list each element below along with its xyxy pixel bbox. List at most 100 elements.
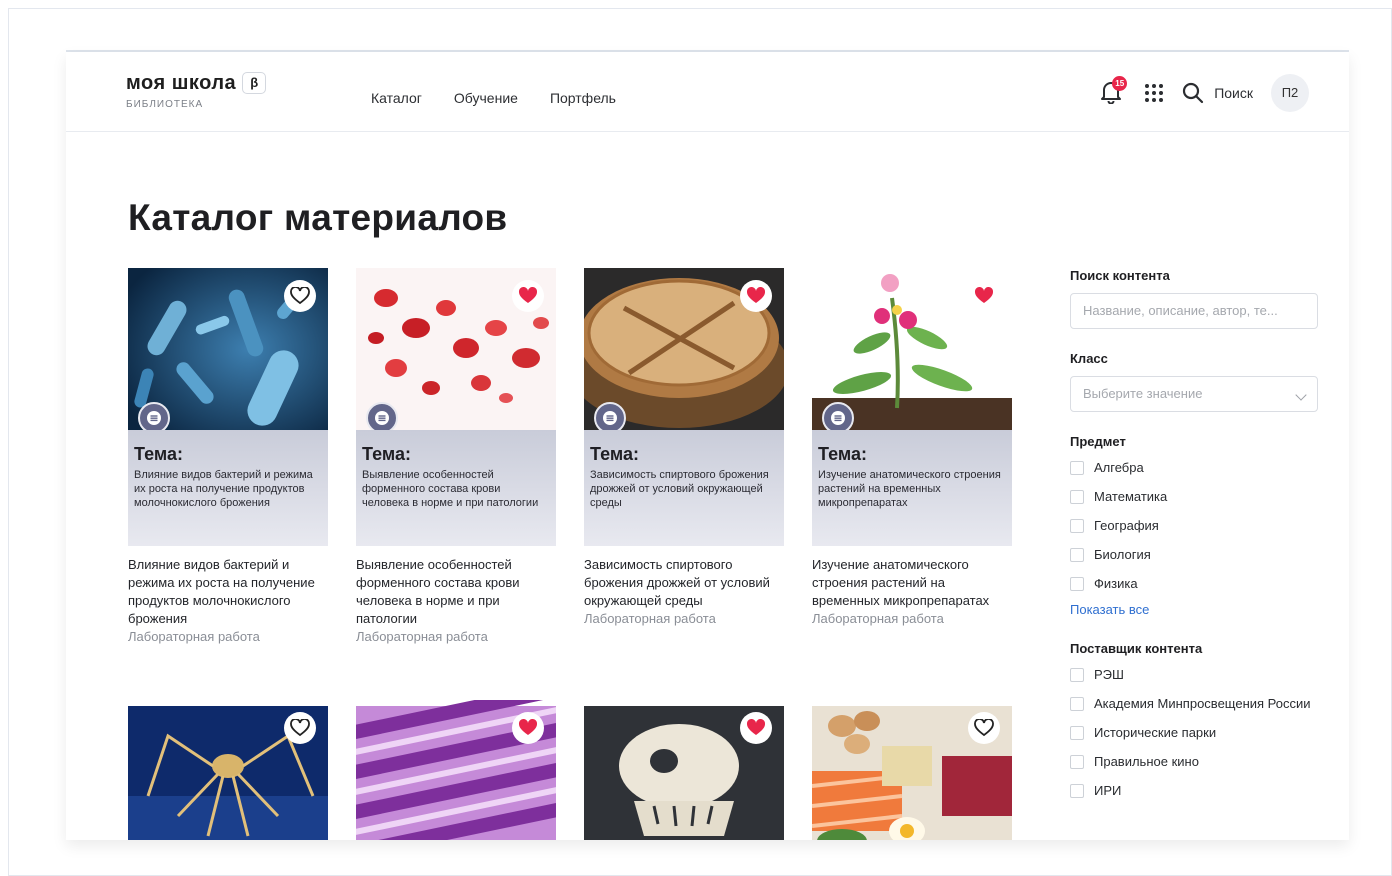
class-title: Класс bbox=[1070, 351, 1108, 366]
search-icon bbox=[1183, 82, 1204, 104]
card-title[interactable]: Изучение анатомического строения растени… bbox=[812, 556, 1012, 610]
provider-option[interactable]: Исторические парки bbox=[1070, 722, 1320, 743]
material-card[interactable]: Тема: Выявление особенностей форменного … bbox=[356, 268, 556, 646]
checkbox[interactable] bbox=[1070, 726, 1084, 740]
material-card[interactable] bbox=[356, 700, 556, 840]
provider-option[interactable]: Правильное кино bbox=[1070, 751, 1320, 772]
card-cover: Тема: Изучение анатомического строения р… bbox=[812, 268, 1012, 546]
favorite-button[interactable] bbox=[512, 712, 544, 744]
notifications-button[interactable]: 15 bbox=[1100, 76, 1128, 106]
avatar[interactable]: П2 bbox=[1271, 74, 1309, 112]
card-theme: Тема: Зависимость спиртового брожения др… bbox=[584, 430, 784, 546]
heart-filled-icon bbox=[746, 287, 766, 303]
page-title: Каталог материалов bbox=[128, 197, 508, 238]
card-type: Лабораторная работа bbox=[356, 629, 488, 644]
favorite-button[interactable] bbox=[968, 280, 1000, 312]
subject-option[interactable]: Физика bbox=[1070, 573, 1320, 594]
site-header: моя школа β БИБЛИОТЕКА Каталог Обучение П… bbox=[66, 52, 1349, 132]
heart-outline-icon bbox=[290, 719, 310, 737]
card-cover bbox=[584, 700, 784, 840]
provider-option[interactable]: ИРИ bbox=[1070, 780, 1320, 801]
theme-text: Выявление особенностей форменного состав… bbox=[362, 469, 539, 509]
favorite-button[interactable] bbox=[740, 712, 772, 744]
nav-portfolio[interactable]: Портфель bbox=[550, 90, 616, 106]
card-cover bbox=[128, 700, 328, 840]
theme-text: Изучение анатомического строения растени… bbox=[818, 469, 1001, 509]
search-content-input[interactable]: Название, описание, автор, те... bbox=[1070, 293, 1318, 329]
subject-option[interactable]: География bbox=[1070, 515, 1320, 536]
checkbox[interactable] bbox=[1070, 461, 1084, 475]
checkbox[interactable] bbox=[1070, 548, 1084, 562]
favorite-button[interactable] bbox=[284, 280, 316, 312]
theme-label: Тема: bbox=[818, 444, 867, 464]
provider-option[interactable]: Академия Минпросвещения России bbox=[1070, 693, 1320, 714]
search-button[interactable]: Поиск bbox=[1182, 82, 1253, 104]
document-icon bbox=[147, 411, 161, 425]
heart-outline-icon bbox=[974, 719, 994, 737]
filters-sidebar: Поиск контента Название, описание, автор… bbox=[1070, 268, 1320, 801]
class-select[interactable]: Выберите значение bbox=[1070, 376, 1318, 412]
checkbox[interactable] bbox=[1070, 668, 1084, 682]
subject-option[interactable]: Математика bbox=[1070, 486, 1320, 507]
logo-title: моя школа bbox=[126, 72, 237, 94]
option-label: География bbox=[1094, 518, 1159, 533]
document-icon bbox=[375, 411, 389, 425]
option-label: Алгебра bbox=[1094, 460, 1144, 475]
logo-subtitle: БИБЛИОТЕКА bbox=[126, 99, 204, 110]
checkbox[interactable] bbox=[1070, 519, 1084, 533]
provider-option[interactable]: РЭШ bbox=[1070, 664, 1320, 685]
theme-label: Тема: bbox=[134, 444, 183, 464]
main-nav: Каталог Обучение Портфель bbox=[371, 90, 616, 106]
option-label: Академия Минпросвещения России bbox=[1094, 696, 1311, 711]
checkbox[interactable] bbox=[1070, 490, 1084, 504]
document-icon bbox=[831, 411, 845, 425]
search-label: Поиск bbox=[1214, 85, 1253, 101]
checkbox[interactable] bbox=[1070, 577, 1084, 591]
favorite-button[interactable] bbox=[968, 712, 1000, 744]
option-label: Исторические парки bbox=[1094, 725, 1217, 740]
logo[interactable]: моя школа β БИБЛИОТЕКА bbox=[126, 72, 267, 110]
material-card[interactable]: Тема: Влияние видов бактерий и режима их… bbox=[128, 268, 328, 646]
option-label: Правильное кино bbox=[1094, 754, 1199, 769]
chevron-down-icon bbox=[1295, 389, 1307, 401]
material-card[interactable]: Тема: Зависимость спиртового брожения др… bbox=[584, 268, 784, 628]
heart-filled-icon bbox=[974, 287, 994, 303]
card-type: Лабораторная работа bbox=[812, 611, 944, 626]
library-page: моя школа β БИБЛИОТЕКА Каталог Обучение П… bbox=[66, 52, 1349, 840]
heart-filled-icon bbox=[518, 719, 538, 735]
card-cover: Тема: Зависимость спиртового брожения др… bbox=[584, 268, 784, 546]
card-theme: Тема: Влияние видов бактерий и режима их… bbox=[128, 430, 328, 546]
apps-grid-icon[interactable] bbox=[1144, 83, 1164, 103]
theme-text: Зависимость спиртового брожения дрожжей … bbox=[590, 469, 769, 509]
favorite-button[interactable] bbox=[512, 280, 544, 312]
subject-option[interactable]: Алгебра bbox=[1070, 457, 1320, 478]
subject-title: Предмет bbox=[1070, 434, 1126, 449]
checkbox[interactable] bbox=[1070, 784, 1084, 798]
show-all-link[interactable]: Показать все bbox=[1070, 602, 1320, 617]
nav-learning[interactable]: Обучение bbox=[454, 90, 518, 106]
card-title[interactable]: Зависимость спиртового брожения дрожжей … bbox=[584, 556, 784, 610]
card-type: Лабораторная работа bbox=[584, 611, 716, 626]
card-title[interactable]: Выявление особенностей форменного состав… bbox=[356, 556, 556, 628]
material-card[interactable]: Тема: Изучение анатомического строения р… bbox=[812, 268, 1012, 628]
checkbox[interactable] bbox=[1070, 755, 1084, 769]
favorite-button[interactable] bbox=[284, 712, 316, 744]
theme-label: Тема: bbox=[590, 444, 639, 464]
card-cover: Тема: Влияние видов бактерий и режима их… bbox=[128, 268, 328, 546]
nav-catalog[interactable]: Каталог bbox=[371, 90, 422, 106]
subject-option[interactable]: Биология bbox=[1070, 544, 1320, 565]
notification-badge: 15 bbox=[1112, 76, 1128, 91]
favorite-button[interactable] bbox=[740, 280, 772, 312]
option-label: Биология bbox=[1094, 547, 1151, 562]
heart-filled-icon bbox=[518, 287, 538, 303]
checkbox[interactable] bbox=[1070, 697, 1084, 711]
card-theme: Тема: Выявление особенностей форменного … bbox=[356, 430, 556, 546]
heart-outline-icon bbox=[290, 287, 310, 305]
material-card[interactable] bbox=[128, 700, 328, 840]
material-card[interactable] bbox=[812, 700, 1012, 840]
heart-filled-icon bbox=[746, 719, 766, 735]
material-card[interactable] bbox=[584, 700, 784, 840]
theme-label: Тема: bbox=[362, 444, 411, 464]
card-type: Лабораторная работа bbox=[128, 629, 260, 644]
card-title[interactable]: Влияние видов бактерий и режима их роста… bbox=[128, 556, 328, 628]
